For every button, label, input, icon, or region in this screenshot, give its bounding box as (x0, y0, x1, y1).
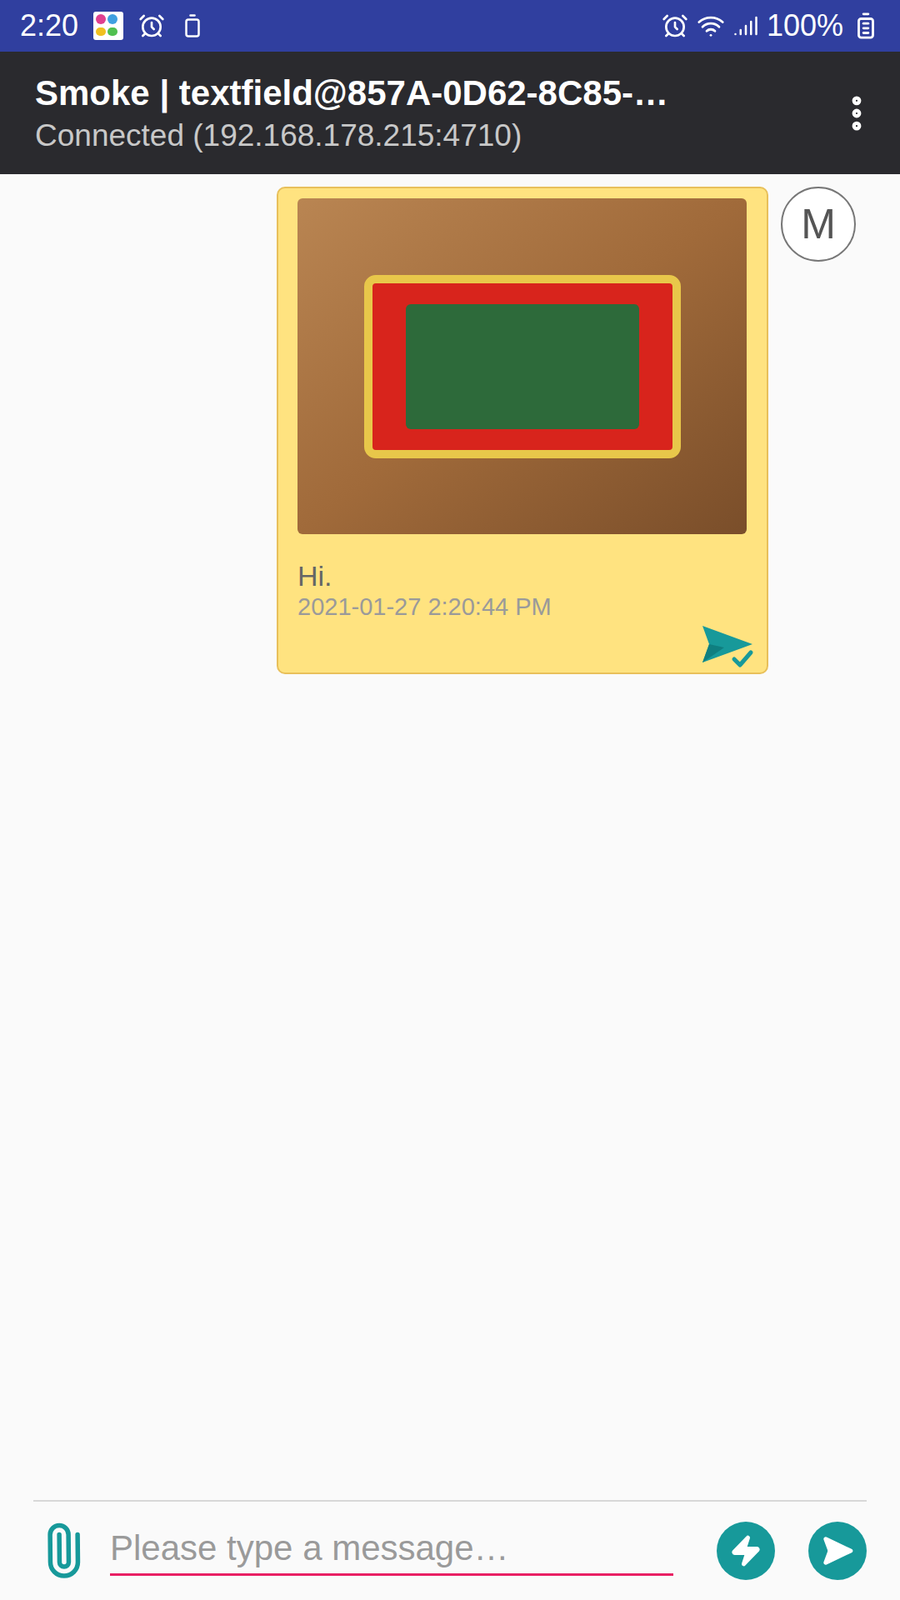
message-input[interactable]: Please type a message… (110, 1526, 674, 1576)
status-bar: 2:20 100% (0, 0, 900, 52)
avatar[interactable]: M (780, 186, 856, 262)
battery-saver-icon (180, 13, 205, 39)
quick-send-icon[interactable] (716, 1521, 775, 1580)
alarm-icon (661, 12, 689, 40)
app-screen: 2:20100%Smoke | textfield@857A-0D62-8C85… (0, 0, 900, 1600)
overflow-menu-icon[interactable] (830, 86, 884, 140)
battery-icon (851, 11, 880, 40)
app-bar-title: Smoke | textfield@857A-0D62-8C85-… (35, 72, 830, 115)
sent-check-icon (700, 624, 755, 670)
status-time: 2:20 (20, 3, 79, 49)
message-text: Hi. (297, 559, 748, 593)
alarm-icon (138, 12, 165, 40)
composer-bar: Please type a message… (33, 1500, 867, 1600)
image-subject (364, 275, 681, 459)
battery-percent: 100% (766, 3, 844, 49)
app-notification-icon (93, 11, 124, 40)
paperclip-icon[interactable] (33, 1517, 92, 1585)
message-row: Hi.2021-01-27 2:20:44 PMM (0, 186, 900, 675)
message-bubble[interactable]: Hi.2021-01-27 2:20:44 PM (276, 186, 769, 675)
message-list: Hi.2021-01-27 2:20:44 PMM (0, 174, 900, 1500)
send-icon[interactable] (808, 1521, 867, 1580)
message-timestamp: 2021-01-27 2:20:44 PM (297, 592, 748, 621)
wifi-icon (696, 11, 725, 40)
app-bar-subtitle: Connected (192.168.178.215:4710) (35, 117, 830, 155)
app-bar: Smoke | textfield@857A-0D62-8C85-…Connec… (0, 51, 900, 175)
message-image[interactable] (297, 198, 747, 535)
signal-icon (733, 13, 759, 39)
